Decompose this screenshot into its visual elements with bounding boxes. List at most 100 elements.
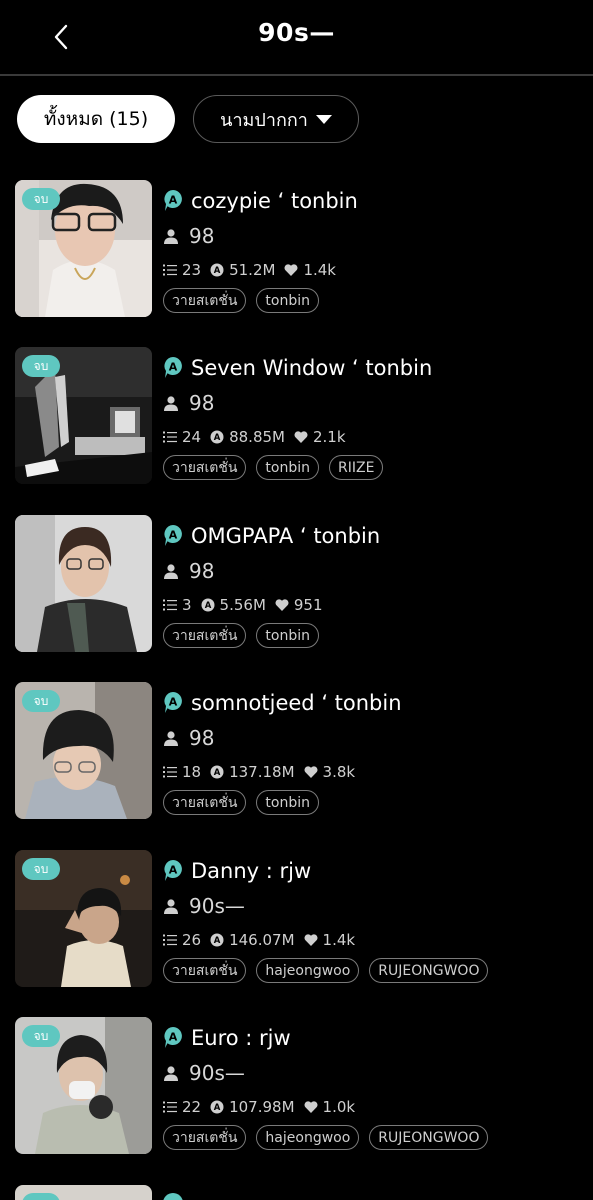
sort-dropdown[interactable]: นามปากกา	[193, 95, 359, 143]
chapter-count: 26	[182, 931, 202, 949]
story-cover: จบ	[15, 1017, 152, 1154]
story-item[interactable]: จบ A Danny : rjw 90s— 26 A 146.07M 1.4k ว…	[0, 850, 593, 990]
story-cover: จบ	[15, 850, 152, 987]
tag-chip[interactable]: วายสเตชั่น	[163, 455, 247, 480]
story-type-icon: A	[164, 190, 182, 211]
story-item[interactable]: จบ A Seven Window ʻ tonbin 98 24 A 88.85M…	[0, 347, 593, 487]
person-icon	[164, 396, 178, 411]
top-bar: 90s—	[0, 0, 593, 76]
story-title: Euro : rjw	[191, 1026, 291, 1050]
tag-chip[interactable]: RUJEONGWOO	[369, 1125, 489, 1150]
tag-chip[interactable]: วายสเตชั่น	[163, 958, 247, 983]
svg-text:A: A	[204, 601, 211, 611]
heart-icon	[304, 1101, 318, 1113]
like-count: 951	[293, 596, 323, 614]
chapter-count: 18	[182, 763, 202, 781]
tag-chip[interactable]: hajeongwoo	[256, 1125, 360, 1150]
story-cover: จบ	[15, 347, 152, 484]
tag-chip[interactable]: วายสเตชั่น	[163, 623, 247, 648]
person-icon	[164, 1066, 178, 1081]
author-name: 90s—	[189, 894, 245, 918]
author-name: 90s—	[189, 1061, 245, 1085]
heart-icon	[284, 264, 298, 276]
view-count: 146.07M	[229, 931, 295, 949]
completed-badge: จบ	[22, 355, 60, 377]
svg-text:A: A	[169, 194, 178, 207]
heart-icon	[304, 934, 318, 946]
list-icon	[163, 431, 177, 443]
author-name: 98	[189, 224, 215, 248]
list-icon	[163, 1101, 177, 1113]
like-count: 1.4k	[322, 931, 356, 949]
story-type-icon: A	[164, 525, 182, 546]
story-cover: จบ	[15, 682, 152, 819]
story-item[interactable]: จบ A somnotjeed ʻ tonbin 98 18 A 137.18M …	[0, 682, 593, 822]
views-icon: A	[210, 1100, 224, 1114]
tag-chip[interactable]: RIIZE	[329, 455, 384, 480]
story-title: Seven Window ʻ tonbin	[191, 356, 433, 380]
tag-chip[interactable]: RUJEONGWOO	[369, 958, 489, 983]
list-icon	[163, 599, 177, 611]
filter-all-chip[interactable]: ทั้งหมด (15)	[17, 95, 175, 143]
svg-text:A: A	[169, 696, 178, 709]
svg-text:A: A	[214, 266, 221, 276]
tag-chip[interactable]: hajeongwoo	[256, 958, 360, 983]
chapter-count: 24	[182, 428, 202, 446]
svg-text:A: A	[169, 361, 178, 374]
person-icon	[164, 229, 178, 244]
caret-down-icon	[315, 114, 332, 124]
list-icon	[163, 766, 177, 778]
person-icon	[164, 899, 178, 914]
author-name: 98	[189, 559, 215, 583]
tag-chip[interactable]: tonbin	[256, 790, 319, 815]
views-icon: A	[210, 933, 224, 947]
tag-chip[interactable]: tonbin	[256, 455, 319, 480]
story-info: A OMGPAPA ʻ tonbin 98 3 A 5.56M 951 วายสเ…	[163, 515, 583, 655]
view-count: 88.85M	[229, 428, 285, 446]
author-name: 98	[189, 726, 215, 750]
filter-bar: ทั้งหมด (15) นามปากกา	[0, 95, 593, 143]
heart-icon	[304, 766, 318, 778]
story-type-icon: A	[164, 1027, 182, 1048]
completed-badge: จบ	[22, 188, 60, 210]
story-type-icon	[163, 1193, 183, 1200]
story-item[interactable]: A OMGPAPA ʻ tonbin 98 3 A 5.56M 951 วายสเ…	[0, 515, 593, 655]
list-icon	[163, 264, 177, 276]
completed-badge: จบ	[22, 1025, 60, 1047]
tag-chip[interactable]: tonbin	[256, 623, 319, 648]
tag-chip[interactable]: วายสเตชั่น	[163, 1125, 247, 1150]
like-count: 2.1k	[312, 428, 346, 446]
story-item[interactable]: จบ A cozypie ʻ tonbin 98 23 A 51.2M 1.4k …	[0, 180, 593, 320]
story-type-icon: A	[164, 860, 182, 881]
views-icon: A	[210, 430, 224, 444]
story-item-partial[interactable]	[0, 1185, 593, 1200]
story-info: A Danny : rjw 90s— 26 A 146.07M 1.4k วายส…	[163, 850, 583, 990]
chapter-count: 23	[182, 261, 202, 279]
completed-badge: จบ	[22, 690, 60, 712]
heart-icon	[275, 599, 289, 611]
story-type-icon: A	[164, 692, 182, 713]
like-count: 1.0k	[322, 1098, 356, 1116]
story-cover: จบ	[15, 180, 152, 317]
svg-text:A: A	[214, 1103, 221, 1113]
heart-icon	[294, 431, 308, 443]
like-count: 1.4k	[303, 261, 336, 279]
person-icon	[164, 564, 178, 579]
story-info: A Seven Window ʻ tonbin 98 24 A 88.85M 2.…	[163, 347, 583, 487]
story-info: A cozypie ʻ tonbin 98 23 A 51.2M 1.4k วาย…	[163, 180, 583, 320]
tag-chip[interactable]: วายสเตชั่น	[163, 288, 247, 313]
chapter-count: 22	[182, 1098, 202, 1116]
author-name: 98	[189, 391, 215, 415]
tag-chip[interactable]: tonbin	[256, 288, 319, 313]
tag-chip[interactable]: วายสเตชั่น	[163, 790, 247, 815]
person-icon	[164, 731, 178, 746]
header-divider	[0, 74, 593, 76]
story-cover	[15, 1185, 152, 1200]
completed-badge: จบ	[22, 858, 60, 880]
story-item[interactable]: จบ A Euro : rjw 90s— 22 A 107.98M 1.0k วา…	[0, 1017, 593, 1157]
svg-text:A: A	[214, 433, 221, 443]
view-count: 137.18M	[229, 763, 295, 781]
story-info: A somnotjeed ʻ tonbin 98 18 A 137.18M 3.8…	[163, 682, 583, 822]
story-title: OMGPAPA ʻ tonbin	[191, 524, 381, 548]
story-info: A Euro : rjw 90s— 22 A 107.98M 1.0k วายสเ…	[163, 1017, 583, 1157]
